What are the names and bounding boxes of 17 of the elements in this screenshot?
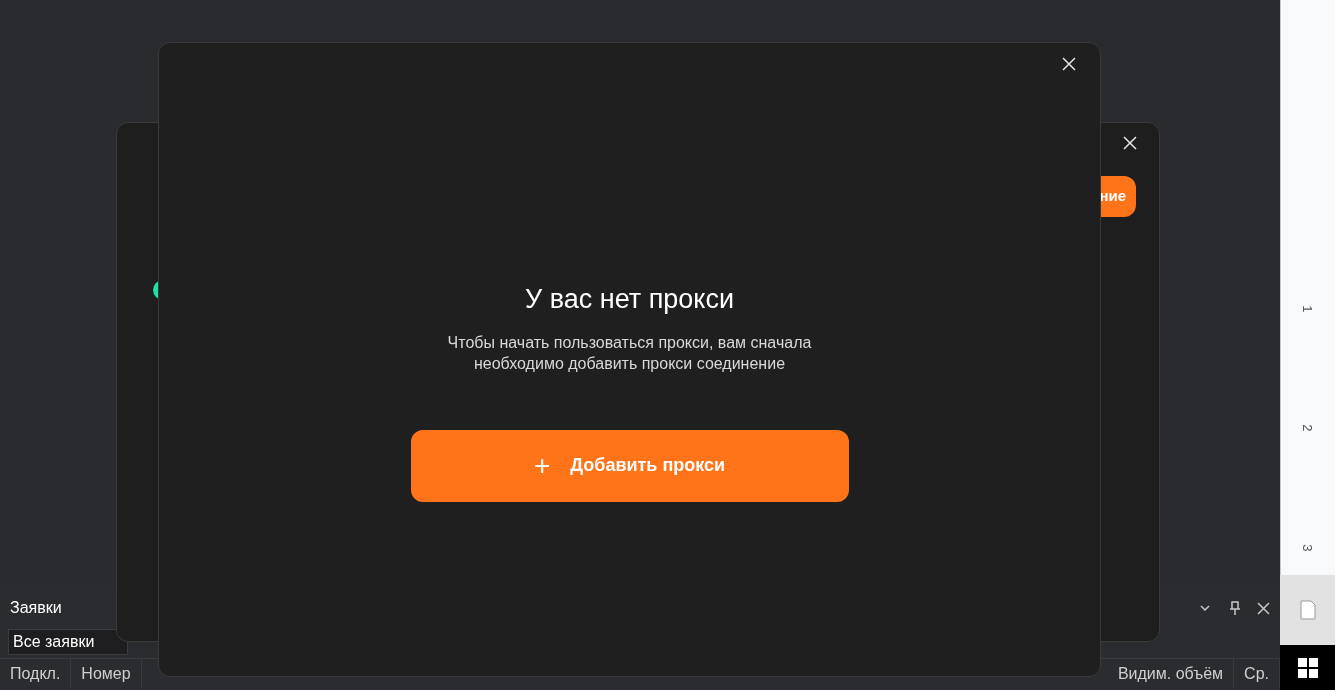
ruler-label: 2 — [1299, 424, 1317, 432]
column-header[interactable]: Видим. объём — [1107, 659, 1235, 688]
close-icon[interactable] — [1062, 57, 1076, 71]
column-header[interactable]: Номер — [71, 659, 142, 688]
close-icon[interactable] — [1123, 136, 1137, 150]
plus-icon: + — [533, 444, 551, 487]
filter-dropdown[interactable]: Все заявки — [8, 629, 128, 655]
dialog-title: У вас нет прокси — [525, 283, 734, 316]
column-header[interactable]: Подкл. — [0, 659, 72, 688]
close-icon[interactable] — [1257, 601, 1270, 615]
ruler-label: 3 — [1299, 543, 1317, 551]
panel-title: Заявки — [10, 598, 62, 618]
chevron-down-icon[interactable] — [1199, 602, 1211, 614]
windows-logo-icon[interactable] — [1297, 657, 1318, 678]
pin-icon[interactable] — [1229, 601, 1241, 615]
dialog-message: Чтобы начать пользоваться прокси, вам сначала необходимо добавить прокси соединение — [446, 332, 813, 374]
ruler-label: 1 — [1299, 304, 1317, 312]
